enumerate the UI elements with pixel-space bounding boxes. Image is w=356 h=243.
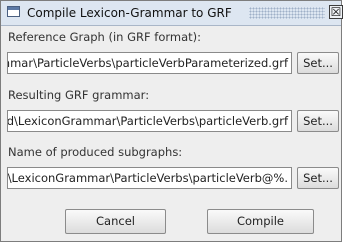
title-bar-grip	[249, 7, 325, 19]
window-title: Compile Lexicon-Grammar to GRF	[27, 6, 232, 20]
reference-graph-field[interactable]: .mmar\ParticleVerbs\particleVerbParamete…	[7, 52, 292, 74]
close-icon[interactable]: ☒	[329, 5, 343, 19]
compile-dialog: Compile Lexicon-Grammar to GRF ☒ Referen…	[0, 0, 343, 242]
title-bar[interactable]: Compile Lexicon-Grammar to GRF ☒	[1, 1, 343, 26]
reference-graph-set-button[interactable]: Set...	[297, 52, 339, 74]
resulting-grammar-value: ted\LexiconGrammar\ParticleVerbs\particl…	[7, 114, 288, 128]
resulting-grammar-field[interactable]: ted\LexiconGrammar\ParticleVerbs\particl…	[7, 110, 292, 132]
subgraph-name-label: Name of produced subgraphs:	[8, 145, 183, 159]
window-icon	[7, 6, 20, 17]
subgraph-name-set-button[interactable]: Set...	[297, 167, 339, 189]
resulting-grammar-set-button[interactable]: Set...	[297, 110, 339, 132]
subgraph-name-field[interactable]: ed\LexiconGrammar\ParticleVerbs\particle…	[7, 167, 292, 189]
subgraph-name-value: ed\LexiconGrammar\ParticleVerbs\particle…	[7, 171, 288, 185]
cancel-button[interactable]: Cancel	[65, 209, 166, 234]
reference-graph-label: Reference Graph (in GRF format):	[8, 30, 202, 44]
resulting-grammar-label: Resulting GRF grammar:	[8, 88, 150, 102]
compile-button[interactable]: Compile	[207, 209, 314, 234]
reference-graph-value: .mmar\ParticleVerbs\particleVerbParamete…	[7, 56, 288, 70]
